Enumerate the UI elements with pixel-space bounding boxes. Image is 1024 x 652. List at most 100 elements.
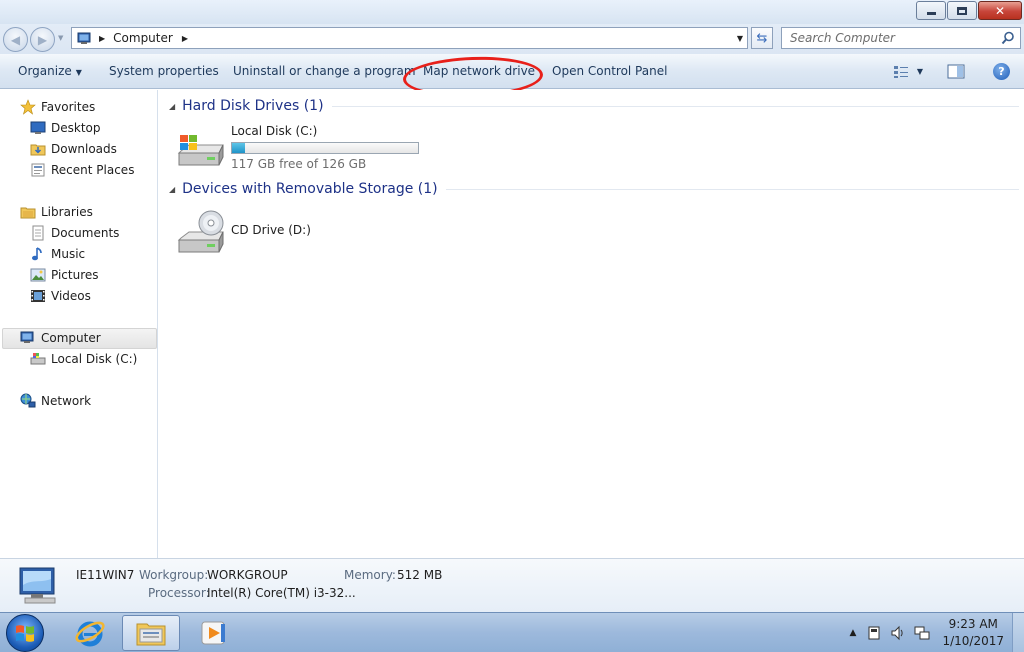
computer-icon	[20, 330, 36, 346]
documents-icon	[30, 225, 46, 241]
back-button[interactable]: ◀	[3, 27, 28, 52]
drive-info: CD Drive (D:)	[231, 208, 311, 256]
drive-info: Local Disk (C:) 117 GB free of 126 GB	[231, 124, 419, 173]
group-header-removable-storage[interactable]: ◢ Devices with Removable Storage (1)	[169, 181, 1019, 197]
volume-icon[interactable]	[890, 625, 906, 641]
preview-pane-icon[interactable]	[947, 64, 965, 79]
view-dropdown-icon: ▼	[916, 67, 923, 76]
help-icon[interactable]: ?	[993, 63, 1010, 80]
command-bar: Organize ▼ System properties Uninstall or…	[0, 54, 1024, 100]
uninstall-program-button[interactable]: Uninstall or change a program	[233, 64, 416, 78]
memory-label: Memory:	[344, 568, 396, 582]
address-bar[interactable]: ▶ Computer ▶ ▼	[71, 27, 748, 49]
nav-favorites-label: Favorites	[41, 100, 96, 114]
breadcrumb-arrow-icon[interactable]: ▶	[182, 34, 188, 43]
close-icon: ✕	[994, 3, 1006, 18]
network-status-icon[interactable]	[914, 625, 930, 641]
desktop-icon	[30, 120, 46, 136]
videos-film-icon	[30, 288, 46, 304]
nav-recent-places-label: Recent Places	[51, 163, 135, 177]
nav-downloads[interactable]: Downloads	[30, 141, 117, 157]
refresh-icon: ⇆	[756, 30, 768, 46]
start-button[interactable]	[6, 614, 44, 652]
search-icon[interactable]	[1001, 31, 1015, 45]
taskbar-internet-explorer[interactable]	[61, 615, 119, 651]
nav-desktop[interactable]: Desktop	[30, 120, 101, 136]
processor-label: Processor:	[148, 586, 210, 600]
nav-recent-places[interactable]: Recent Places	[30, 162, 134, 178]
nav-pictures[interactable]: Pictures	[30, 267, 99, 283]
collapse-triangle-icon: ◢	[169, 101, 176, 111]
address-row: ◀ ▶ ▼ ▶ Computer ▶ ▼ ⇆	[0, 24, 1024, 54]
forward-button[interactable]: ▶	[30, 27, 55, 52]
nav-music[interactable]: Music	[30, 246, 85, 262]
map-network-drive-button[interactable]: Map network drive	[423, 64, 535, 78]
drive-local-disk-c[interactable]: Local Disk (C:) 117 GB free of 126 GB	[177, 124, 419, 173]
address-dropdown-icon[interactable]: ▼	[737, 34, 743, 43]
organize-label: Organize	[18, 64, 72, 78]
clock-date: 1/10/2017	[942, 634, 1004, 648]
show-desktop-button[interactable]	[1012, 613, 1024, 652]
collapse-triangle-icon: ◢	[169, 184, 176, 194]
organize-button[interactable]: Organize ▼	[18, 64, 82, 78]
star-icon	[20, 99, 36, 115]
nav-desktop-label: Desktop	[51, 121, 101, 135]
drive-cd-d[interactable]: CD Drive (D:)	[177, 208, 311, 256]
nav-favorites[interactable]: Favorites	[20, 99, 95, 115]
taskbar-media-player[interactable]	[184, 615, 242, 651]
minimize-button[interactable]	[916, 1, 946, 20]
network-icon	[20, 393, 36, 409]
action-center-flag-icon[interactable]	[866, 625, 882, 641]
nav-network-label: Network	[41, 394, 92, 408]
breadcrumb-computer[interactable]: Computer	[113, 31, 173, 45]
clock[interactable]: 9:23 AM 1/10/2017	[942, 616, 1004, 650]
clock-time: 9:23 AM	[948, 617, 998, 631]
change-view-button[interactable]: ▼	[893, 65, 923, 79]
hard-drive-icon	[177, 135, 224, 166]
workgroup-label: Workgroup:	[139, 568, 209, 582]
nav-music-label: Music	[51, 247, 86, 261]
group-header-label: Devices with Removable Storage (1)	[182, 181, 438, 197]
processor-value: Intel(R) Core(TM) i3-32...	[207, 586, 356, 600]
memory-value: 512 MB	[397, 568, 443, 582]
nav-videos-label: Videos	[51, 289, 91, 303]
chevron-down-icon: ▼	[75, 68, 82, 77]
nav-computer[interactable]: Computer	[20, 330, 101, 346]
group-header-label: Hard Disk Drives (1)	[182, 98, 324, 114]
nav-computer-label: Computer	[41, 331, 101, 345]
view-controls: ▼ ?	[893, 63, 1010, 80]
nav-downloads-label: Downloads	[51, 142, 117, 156]
computer-icon	[77, 32, 91, 44]
nav-network[interactable]: Network	[20, 393, 91, 409]
drive-free-space: 117 GB free of 126 GB	[231, 157, 367, 171]
forward-arrow-icon: ▶	[37, 32, 48, 47]
explorer-folder-icon	[136, 623, 166, 646]
group-header-hard-disk-drives[interactable]: ◢ Hard Disk Drives (1)	[169, 98, 1019, 114]
taskbar-windows-explorer[interactable]	[122, 615, 180, 651]
breadcrumb-separator-icon[interactable]: ▶	[99, 34, 105, 43]
nav-documents-label: Documents	[51, 226, 120, 240]
computer-name: IE11WIN7	[76, 568, 135, 582]
restore-button[interactable]	[947, 1, 977, 20]
search-box[interactable]	[781, 27, 1021, 49]
nav-local-disk[interactable]: Local Disk (C:)	[30, 351, 137, 367]
recent-pages-dropdown[interactable]: ▼	[58, 34, 63, 42]
system-properties-button[interactable]: System properties	[109, 64, 219, 78]
system-tray: ▲ 9:23 AM 1/10/2017	[850, 613, 1024, 652]
computer-icon	[19, 567, 56, 604]
restore-icon	[957, 6, 967, 15]
media-player-icon	[201, 621, 225, 645]
windows-logo-icon	[16, 625, 34, 642]
nav-documents[interactable]: Documents	[30, 225, 119, 241]
downloads-folder-icon	[30, 141, 46, 157]
recent-places-icon	[30, 162, 46, 178]
refresh-button[interactable]: ⇆	[751, 27, 773, 49]
nav-pictures-label: Pictures	[51, 268, 99, 282]
open-control-panel-button[interactable]: Open Control Panel	[552, 64, 667, 78]
workgroup-value: WORKGROUP	[207, 568, 288, 582]
close-button[interactable]: ✕	[978, 1, 1022, 20]
search-input[interactable]	[782, 28, 992, 48]
nav-videos[interactable]: Videos	[30, 288, 91, 304]
show-hidden-icons-icon[interactable]: ▲	[850, 628, 857, 638]
nav-libraries[interactable]: Libraries	[20, 204, 93, 220]
